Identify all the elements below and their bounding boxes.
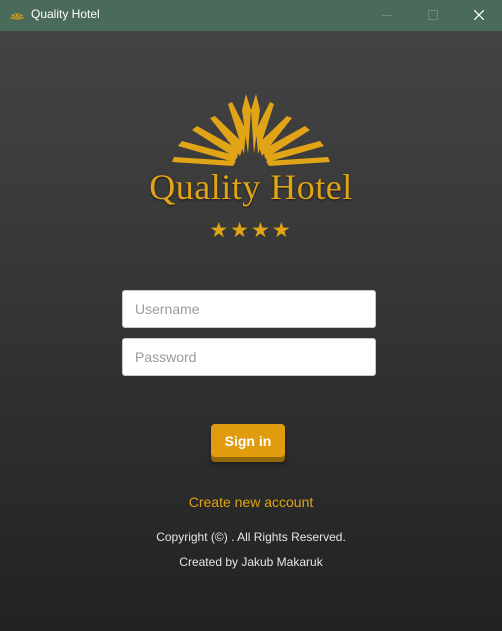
title-bar[interactable]: Quality Hotel [0,0,502,31]
author-text: Created by Jakub Makaruk [179,555,323,569]
maximize-button[interactable] [410,0,456,31]
username-input[interactable] [122,290,376,328]
close-icon [474,10,484,20]
create-account-link[interactable]: Create new account [0,494,502,510]
minimize-button[interactable] [364,0,410,31]
sunburst-icon [172,94,330,166]
logo-text: Quality Hotel [149,167,353,207]
maximize-icon [428,10,438,20]
sign-in-button[interactable]: Sign in [211,424,285,457]
rating-stars: ★★★★ [209,218,293,242]
copyright-text: Copyright (©) . All Rights Reserved. [156,530,346,544]
hotel-logo-icon [9,12,25,20]
password-input[interactable] [122,338,376,376]
window-title: Quality Hotel [31,7,100,21]
close-button[interactable] [456,0,502,31]
hotel-logo: Quality Hotel ★★★★ [140,92,362,244]
minimize-icon [382,15,392,16]
login-window: Quality Hotel Quality Hotel ★★★★ Usernam… [0,0,502,631]
